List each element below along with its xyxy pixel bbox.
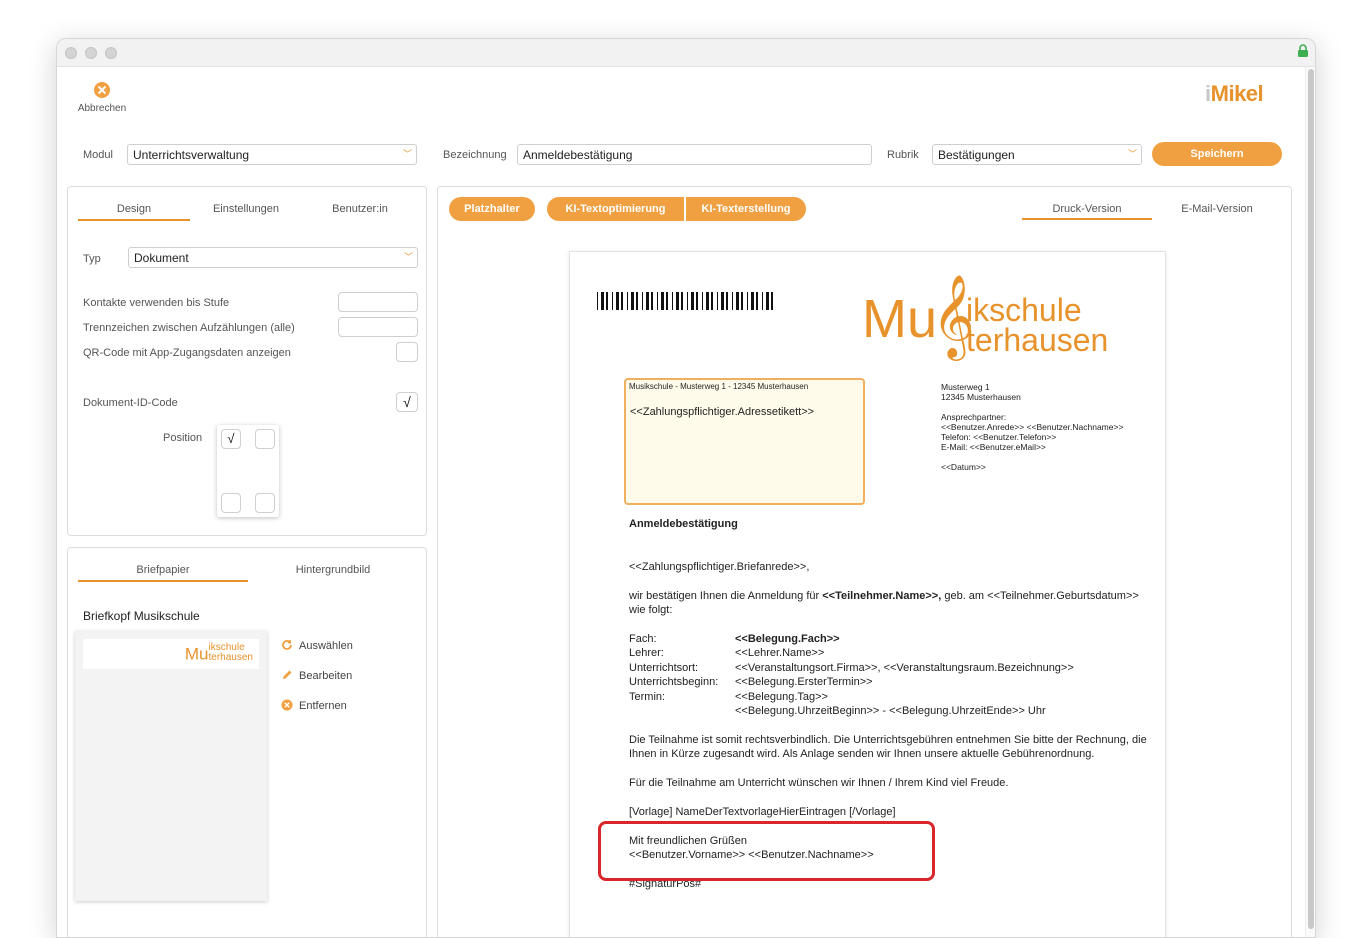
- detail-key: Lehrer:: [629, 647, 664, 659]
- position-label: Position: [163, 432, 203, 444]
- detail-value: <<Veranstaltungsort.Firma>>, <<Veranstal…: [735, 662, 1074, 674]
- subject: Anmeldebestätigung: [629, 518, 738, 530]
- rubrik-label: Rubrik: [887, 149, 919, 161]
- vorlage-placeholder[interactable]: [Vorlage] NameDerTextvorlageHierEintrage…: [629, 806, 896, 818]
- chevron-down-icon: ﹀: [403, 252, 413, 262]
- detail-key: Unterrichtsort:: [629, 662, 699, 674]
- letterhead-preview[interactable]: Mu ikschule terhausen: [75, 631, 267, 901]
- bezeichnung-input[interactable]: Anmeldebestätigung: [517, 144, 872, 165]
- position-bottom-right[interactable]: [255, 493, 275, 513]
- detail-key: Fach:: [629, 633, 657, 645]
- position-top-right[interactable]: [255, 429, 275, 449]
- tab-email-version[interactable]: E-Mail-Version: [1152, 203, 1282, 215]
- scrollbar[interactable]: [1305, 67, 1315, 937]
- detail-value: <<Lehrer.Name>>: [735, 647, 825, 659]
- tab-briefpapier[interactable]: Briefpapier: [78, 564, 248, 576]
- close-window-button[interactable]: [65, 47, 77, 59]
- cancel-button[interactable]: Abbrechen: [75, 81, 129, 114]
- modul-select[interactable]: Unterrichtsverwaltung ﹀: [127, 144, 417, 165]
- address-field[interactable]: Musikschule - Musterweg 1 - 12345 Muster…: [624, 378, 865, 505]
- bezeichnung-label: Bezeichnung: [443, 149, 507, 161]
- trennzeichen-label: Trennzeichen zwischen Aufzählungen (alle…: [83, 322, 295, 334]
- sender-line: Musikschule - Musterweg 1 - 12345 Muster…: [629, 382, 809, 391]
- chevron-down-icon: ﹀: [1127, 149, 1137, 159]
- typ-select[interactable]: Dokument ﹀: [128, 247, 418, 268]
- ki-texterstellung-button[interactable]: KI-Texterstellung: [686, 197, 806, 221]
- position-top-left[interactable]: √: [221, 429, 241, 449]
- docid-checkbox[interactable]: √: [396, 392, 418, 412]
- detail-key: Termin:: [629, 691, 666, 703]
- letterhead-preview-header: Mu ikschule terhausen: [83, 639, 259, 669]
- lock-icon: [1298, 44, 1308, 57]
- tab-benutzer[interactable]: Benutzer:in: [304, 203, 416, 215]
- tab-indicator: [1022, 218, 1152, 220]
- detail-value: <<Belegung.ErsterTermin>>: [735, 676, 873, 688]
- intro-line: wir bestätigen Ihnen die Anmeldung für <…: [629, 590, 1139, 602]
- kontakte-label: Kontakte verwenden bis Stufe: [83, 297, 230, 309]
- detail-value: <<Belegung.Fach>>: [735, 633, 840, 645]
- tab-hintergrundbild[interactable]: Hintergrundbild: [248, 564, 418, 576]
- minimize-window-button[interactable]: [85, 47, 97, 59]
- intro-line-2: wie folgt:: [629, 604, 673, 616]
- tab-indicator: [78, 219, 190, 221]
- position-picker: √: [217, 425, 279, 517]
- thumb-logo: Mu ikschule terhausen: [184, 642, 253, 664]
- detail-value: <<Belegung.UhrzeitBeginn>> - <<Belegung.…: [735, 705, 1046, 717]
- kontakte-input[interactable]: [338, 292, 418, 312]
- paragraph: Die Teilnahme ist somit rechtsverbindlic…: [629, 734, 1147, 746]
- tab-design[interactable]: Design: [78, 203, 190, 215]
- highlight-frame: [598, 821, 935, 881]
- letterhead-title: Briefkopf Musikschule: [83, 609, 200, 623]
- address-placeholder: <<Zahlungspflichtiger.Adressetikett>>: [630, 406, 815, 418]
- tab-druck-version[interactable]: Druck-Version: [1022, 203, 1152, 215]
- docid-label: Dokument-ID-Code: [83, 397, 178, 409]
- ki-textoptimierung-button[interactable]: KI-Textoptimierung: [547, 197, 684, 221]
- chevron-down-icon: ﹀: [402, 149, 412, 159]
- close-circle-icon: [281, 699, 293, 711]
- select-letterhead-button[interactable]: Auswählen: [281, 639, 353, 652]
- refresh-icon: [282, 639, 292, 650]
- salutation: <<Zahlungspflichtiger.Briefanrede>>,: [629, 561, 810, 573]
- tab-einstellungen[interactable]: Einstellungen: [190, 203, 302, 215]
- edit-letterhead-button[interactable]: Bearbeiten: [281, 669, 352, 682]
- paragraph: Für die Teilnahme am Unterricht wünschen…: [629, 777, 1009, 789]
- qr-label: QR-Code mit App-Zugangsdaten anzeigen: [83, 347, 291, 359]
- tab-indicator: [78, 580, 248, 582]
- title-bar: [57, 39, 1315, 67]
- zoom-window-button[interactable]: [105, 47, 117, 59]
- scrollbar-thumb[interactable]: [1308, 69, 1314, 929]
- trennzeichen-input[interactable]: [338, 317, 418, 337]
- pencil-icon: [283, 670, 292, 679]
- brand-logo: iMikel: [1205, 81, 1264, 106]
- modul-label: Modul: [83, 149, 113, 161]
- app-window: Abbrechen iMikel Modul Unterrichtsverwal…: [56, 38, 1316, 938]
- typ-label: Typ: [83, 253, 101, 265]
- qr-checkbox[interactable]: [396, 342, 418, 362]
- rubrik-select[interactable]: Bestätigungen ﹀: [932, 144, 1142, 165]
- position-bottom-left[interactable]: [221, 493, 241, 513]
- school-logo: Mu 𝄞 ikschule terhausen: [862, 276, 1109, 358]
- paragraph: Ihnen in Kürze zugesandt wird. Als Anlag…: [629, 748, 1095, 760]
- cancel-label: Abbrechen: [77, 103, 127, 114]
- sender-block: Musterweg 1 12345 Musterhausen Ansprechp…: [941, 382, 1124, 472]
- barcode-icon: [597, 292, 773, 310]
- close-circle-icon: [94, 82, 110, 98]
- detail-key: Unterrichtsbeginn:: [629, 676, 719, 688]
- remove-letterhead-button[interactable]: Entfernen: [281, 699, 347, 712]
- platzhalter-button[interactable]: Platzhalter: [449, 197, 535, 221]
- save-button[interactable]: Speichern: [1152, 142, 1282, 166]
- detail-value: <<Belegung.Tag>>: [735, 691, 828, 703]
